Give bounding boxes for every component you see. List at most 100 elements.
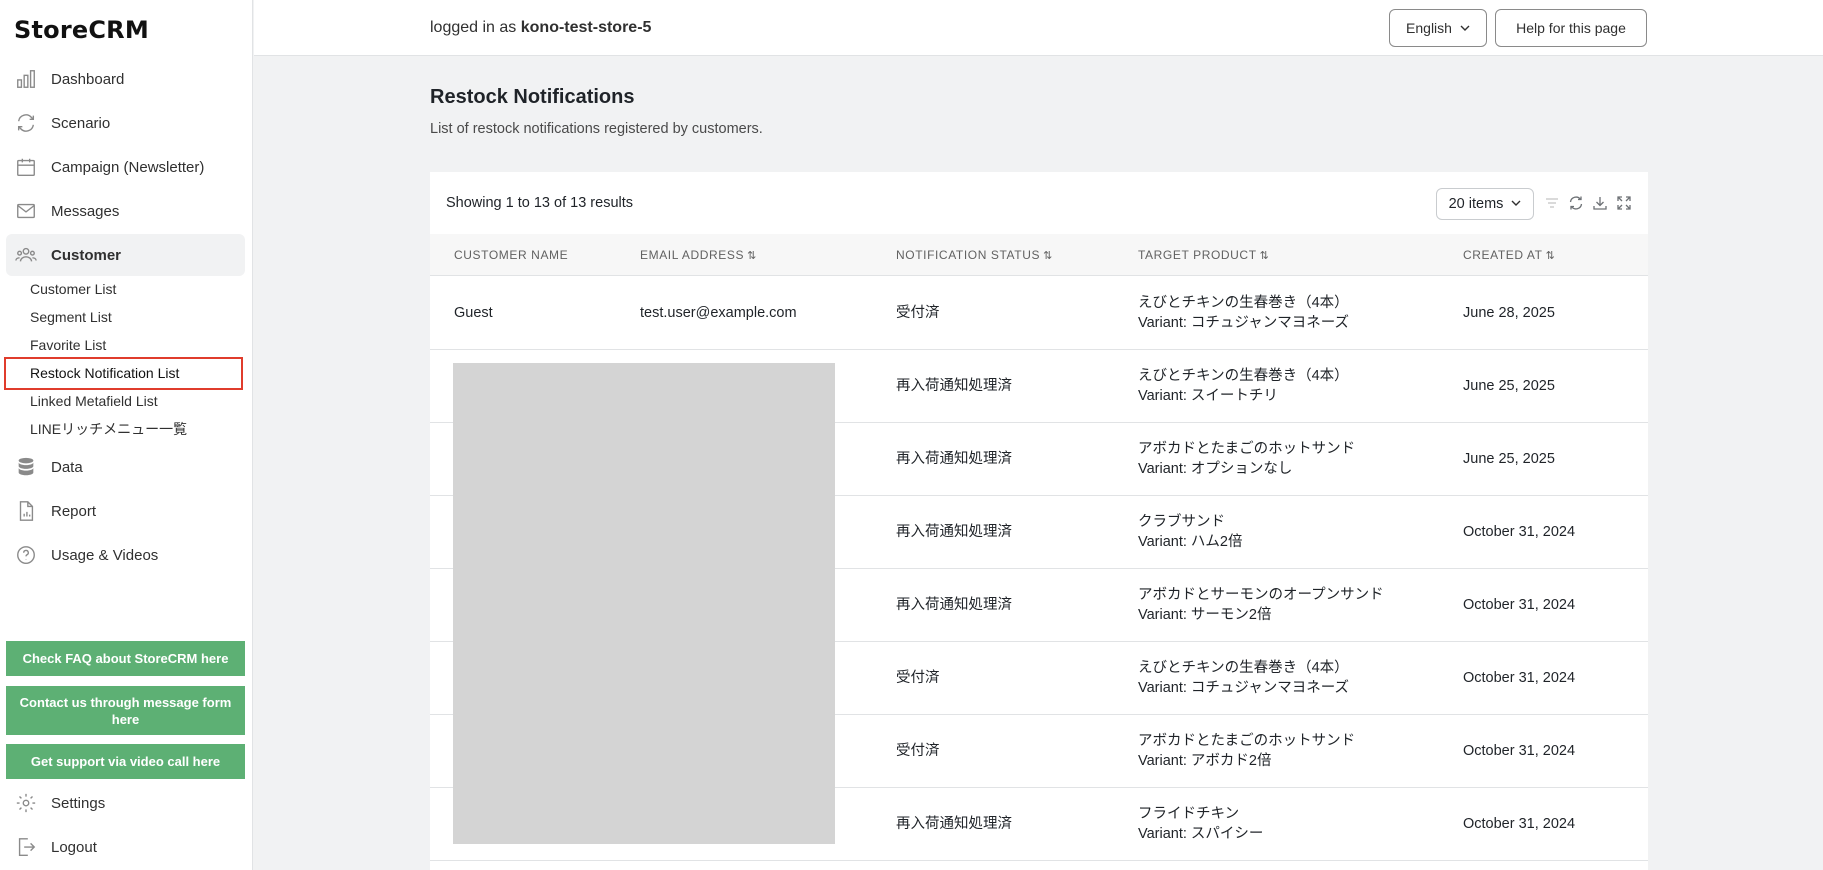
nav-customer[interactable]: Customer <box>6 234 245 276</box>
filter-icon[interactable] <box>1543 194 1561 212</box>
sub-linked-metafield-list[interactable]: Linked Metafield List <box>30 390 158 412</box>
column-target-product[interactable]: TARGET PRODUCT ⇅ <box>1138 234 1269 276</box>
cell-created-at: October 31, 2024 <box>1463 816 1576 832</box>
cell-status: 受付済 <box>896 670 940 686</box>
cell-created-at: October 31, 2024 <box>1463 524 1576 540</box>
refresh-icon[interactable] <box>1567 194 1585 212</box>
cell-variant: Variant: コチュジャンマヨネーズ <box>1138 680 1349 696</box>
cell-variant: Variant: スイートチリ <box>1138 388 1278 404</box>
download-icon[interactable] <box>1591 194 1609 212</box>
cell-created-at: June 28, 2025 <box>1463 305 1555 321</box>
cell-created-at: October 31, 2024 <box>1463 743 1576 759</box>
store-name: kono-test-store-5 <box>520 19 652 36</box>
fullscreen-icon[interactable] <box>1615 194 1633 212</box>
faq-button[interactable]: Check FAQ about StoreCRM here <box>6 641 245 676</box>
nav-label: Usage & Videos <box>51 546 159 564</box>
database-icon <box>15 456 37 478</box>
cell-variant: Variant: オプションなし <box>1138 461 1293 477</box>
column-notification-status[interactable]: NOTIFICATION STATUS ⇅ <box>896 234 1053 276</box>
nav-usage-videos[interactable]: Usage & Videos <box>6 534 245 576</box>
cell-variant: Variant: スパイシー <box>1138 826 1264 842</box>
chevron-down-icon <box>1460 20 1470 36</box>
people-icon <box>15 244 37 266</box>
nav-label: Report <box>51 502 97 520</box>
nav-logout[interactable]: Logout <box>6 826 245 868</box>
page-title: Restock Notifications <box>430 86 635 108</box>
cell-customer-name: Guest <box>454 305 493 321</box>
nav-label: Scenario <box>51 114 111 132</box>
mail-icon <box>15 200 37 222</box>
column-customer-name: CUSTOMER NAME <box>454 248 569 262</box>
column-email-address[interactable]: EMAIL ADDRESS ⇅ <box>640 234 757 276</box>
cell-variant: Variant: ハム2倍 <box>1138 534 1243 550</box>
nav-label: Campaign (Newsletter) <box>51 158 205 176</box>
sub-favorite-list[interactable]: Favorite List <box>30 334 106 356</box>
cell-status: 受付済 <box>896 305 940 321</box>
nav-messages[interactable]: Messages <box>6 190 245 232</box>
cell-status: 再入荷通知処理済 <box>896 524 1012 540</box>
cell-status: 再入荷通知処理済 <box>896 378 1012 394</box>
table-row[interactable]: Guest test.user@example.com 受付済 えびとチキンの生… <box>430 277 1648 350</box>
language-select[interactable]: English <box>1389 9 1487 47</box>
app-logo: StoreCRM <box>14 16 149 44</box>
sub-restock-notification-list[interactable]: Restock Notification List <box>4 357 243 390</box>
cell-created-at: October 31, 2024 <box>1463 670 1576 686</box>
cell-product: クラブサンド <box>1138 514 1225 530</box>
bar-chart-icon <box>15 68 37 90</box>
help-icon <box>15 544 37 566</box>
cell-status: 再入荷通知処理済 <box>896 816 1012 832</box>
nav-label: Data <box>51 458 83 476</box>
cell-created-at: June 25, 2025 <box>1463 451 1555 467</box>
nav-label: Customer <box>51 246 122 264</box>
refresh-icon <box>15 112 37 134</box>
logged-in-info: logged in as kono-test-store-5 <box>430 19 651 37</box>
nav-scenario[interactable]: Scenario <box>6 102 245 144</box>
restock-table-card: Showing 1 to 13 of 13 results 20 items C… <box>430 172 1648 870</box>
sub-customer-list[interactable]: Customer List <box>30 278 116 300</box>
cell-variant: Variant: サーモン2倍 <box>1138 607 1272 623</box>
page-size-label: 20 items <box>1448 196 1504 212</box>
nav-campaign[interactable]: Campaign (Newsletter) <box>6 146 245 188</box>
sort-icon[interactable]: ⇅ <box>1546 250 1556 262</box>
page-size-select[interactable]: 20 items <box>1436 188 1534 220</box>
nav-data[interactable]: Data <box>6 446 245 488</box>
sidebar: StoreCRM Dashboard Scenario Campaign (Ne… <box>0 0 253 870</box>
logout-icon <box>15 836 37 858</box>
page-subtitle: List of restock notifications registered… <box>430 121 763 137</box>
video-call-button[interactable]: Get support via video call here <box>6 744 245 779</box>
cell-status: 再入荷通知処理済 <box>896 597 1012 613</box>
cell-status: 受付済 <box>896 743 940 759</box>
chevron-down-icon <box>1511 196 1521 212</box>
results-count: Showing 1 to 13 of 13 results <box>446 195 634 211</box>
cell-product: えびとチキンの生春巻き（4本） <box>1138 368 1349 384</box>
sub-segment-list[interactable]: Segment List <box>30 306 112 328</box>
gear-icon <box>15 792 37 814</box>
nav-dashboard[interactable]: Dashboard <box>6 58 245 100</box>
top-bar: logged in as kono-test-store-5 English H… <box>254 0 1823 56</box>
help-page-button[interactable]: Help for this page <box>1495 9 1647 47</box>
sort-icon[interactable]: ⇅ <box>1260 250 1270 262</box>
redacted-customer-block <box>453 363 835 844</box>
cell-product: フライドチキン <box>1138 806 1240 822</box>
contact-form-button[interactable]: Contact us through message form here <box>6 686 245 735</box>
nav-settings[interactable]: Settings <box>6 782 245 824</box>
cell-product: えびとチキンの生春巻き（4本） <box>1138 660 1349 676</box>
sort-icon[interactable]: ⇅ <box>1043 250 1053 262</box>
nav-label: Settings <box>51 794 106 812</box>
cell-product: アボカドとたまごのホットサンド <box>1138 441 1356 457</box>
calendar-icon <box>15 156 37 178</box>
nav-report[interactable]: Report <box>6 490 245 532</box>
cell-product: アボカドとたまごのホットサンド <box>1138 733 1356 749</box>
language-label: English <box>1406 20 1452 36</box>
table-header: CUSTOMER NAME EMAIL ADDRESS ⇅ NOTIFICATIO… <box>430 234 1648 276</box>
cell-product: えびとチキンの生春巻き（4本） <box>1138 295 1349 311</box>
cell-status: 再入荷通知処理済 <box>896 451 1012 467</box>
sub-line-rich-menu-list[interactable]: LINEリッチメニュー一覧 <box>30 418 187 440</box>
logged-prefix: logged in as <box>430 19 517 36</box>
cell-product: アボカドとサーモンのオープンサンド <box>1138 587 1384 603</box>
cell-variant: Variant: コチュジャンマヨネーズ <box>1138 315 1349 331</box>
cell-variant: Variant: アボカド2倍 <box>1138 753 1272 769</box>
column-created-at[interactable]: CREATED AT ⇅ <box>1463 234 1555 276</box>
nav-label: Dashboard <box>51 70 125 88</box>
sort-icon[interactable]: ⇅ <box>747 250 757 262</box>
